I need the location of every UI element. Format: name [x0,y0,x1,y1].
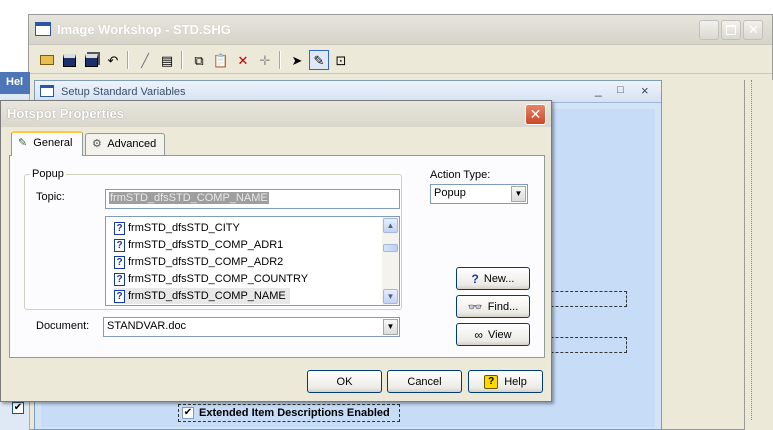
save-all-icon[interactable] [81,50,101,70]
close-button[interactable]: ✕ [743,20,763,40]
new-button-label: New... [483,272,515,285]
help-button[interactable]: ? Help [468,370,543,393]
gear-icon: ⚙ [92,138,102,150]
tab-general[interactable]: ✎ General [11,131,83,156]
scrollbar-thumb[interactable] [383,244,398,252]
list-item[interactable]: ? frmSTD_dfsSTD_COMP_COUNTRY [114,271,308,287]
pointer-icon[interactable]: ➤ [287,50,307,70]
ok-button-label: OK [336,375,353,388]
action-type-value: Popup [434,187,466,199]
form-icon [40,85,54,97]
minimize-button[interactable] [699,20,719,40]
new-button[interactable]: ? New... [456,267,530,290]
cancel-button[interactable]: Cancel [387,370,462,393]
left-checkbox[interactable]: ✔ [12,402,24,414]
new-topic-icon: ? [471,271,479,286]
maximize-icon [726,25,736,35]
topic-input[interactable]: frmSTD_dfsSTD_COMP_NAME [105,189,400,209]
list-item-label: frmSTD_dfsSTD_COMP_COUNTRY [128,273,309,285]
dialog-close-button[interactable]: ✕ [525,104,546,125]
find-button[interactable]: 👓 Find... [456,295,530,318]
list-item[interactable]: ? frmSTD_dfsSTD_CITY [114,220,240,236]
topic-label: Topic: [36,191,65,203]
list-item[interactable]: ? frmSTD_dfsSTD_COMP_ADR1 [114,237,283,253]
document-label: Document: [36,320,90,332]
list-item-label: frmSTD_dfsSTD_COMP_ADR1 [128,239,284,251]
binoculars-icon: 👓 [467,299,483,314]
open-folder-icon[interactable] [37,50,57,70]
general-tab-panel: Popup Topic: frmSTD_dfsSTD_COMP_NAME ? f… [9,155,545,358]
view-button[interactable]: ∞ View [456,323,530,346]
setup-window-title: Setup Standard Variables [61,86,186,98]
help-topic-icon: ? [114,221,125,235]
list-item-label: frmSTD_dfsSTD_CITY [128,222,240,234]
save-icon[interactable] [59,50,79,70]
toolbar-separator [181,51,183,69]
scroll-down-icon[interactable]: ▼ [383,289,398,304]
close-icon: ✕ [748,22,759,37]
dialog-titlebar[interactable]: Hotspot Properties ✕ [1,101,551,127]
view-button-label: View [487,328,512,341]
extended-item-descriptions-checkbox[interactable]: ✔ Extended Item Descriptions Enabled [178,404,400,422]
tab-general-label: General [33,137,73,149]
image-workshop-titlebar[interactable]: Image Workshop - STD.SHG ✕ [29,15,772,45]
image-workshop-title: Image Workshop - STD.SHG [57,22,231,37]
tab-advanced-label: Advanced [107,138,157,150]
hotspot-properties-dialog: Hotspot Properties ✕ ✎ General ⚙ Advance… [0,100,552,402]
help-icon: ? [484,374,499,389]
setup-minimize-button[interactable]: _ [595,83,602,97]
properties-icon[interactable]: ▤ [157,50,177,70]
list-item-selected[interactable]: ? frmSTD_dfsSTD_COMP_NAME [114,288,290,304]
scroll-up-icon[interactable]: ▲ [383,218,398,233]
dotted-guide [751,80,752,420]
find-button-label: Find... [487,300,519,313]
image-workshop-toolbar: ↶ ╱ ▤ ⧉ 📋 ✕ ✛ ➤ ✎ ⊡ [29,46,772,74]
help-button-label: Help [504,375,527,388]
tab-advanced[interactable]: ⚙ Advanced [85,133,165,155]
document-select[interactable]: STANDVAR.doc ▼ [103,317,400,337]
chevron-down-icon[interactable]: ▼ [383,319,398,335]
action-type-label: Action Type: [430,169,491,181]
list-item-label: frmSTD_dfsSTD_COMP_ADR2 [128,256,284,268]
ok-button[interactable]: OK [307,370,382,393]
hotspot-edit-icon[interactable]: ✎ [309,50,329,70]
background-window-fragment [744,80,773,430]
topic-input-value: frmSTD_dfsSTD_COMP_NAME [109,192,269,204]
list-item-label: frmSTD_dfsSTD_COMP_NAME [128,290,286,302]
line-icon[interactable]: ╱ [135,50,155,70]
chevron-down-icon[interactable]: ▼ [511,186,526,202]
help-topic-icon: ? [114,255,125,269]
setup-maximize-button[interactable]: □ [617,84,624,96]
topic-listbox[interactable]: ? frmSTD_dfsSTD_CITY ? frmSTD_dfsSTD_COM… [105,216,400,306]
setup-close-button[interactable]: × [641,83,649,98]
popup-group-label: Popup [30,168,66,180]
topic-list-scrollbar[interactable]: ▲ ▼ [382,217,399,305]
help-topic-icon: ? [114,289,125,303]
list-item[interactable]: ? frmSTD_dfsSTD_COMP_ADR2 [114,254,283,270]
maximize-button[interactable] [721,20,741,40]
left-window-title: Hel [0,72,30,94]
help-topic-icon: ? [114,238,125,252]
move-icon[interactable]: ✛ [255,50,275,70]
paste-icon[interactable]: 📋 [211,50,231,70]
toolbar-separator [127,51,129,69]
dialog-title: Hotspot Properties [7,106,125,121]
help-topic-icon: ? [114,272,125,286]
extended-item-label: Extended Item Descriptions Enabled [199,407,390,419]
close-icon: ✕ [529,106,542,122]
copy-icon[interactable]: ⧉ [189,50,209,70]
app-window-icon [35,22,51,36]
glasses-icon: ∞ [474,327,483,342]
general-tab-icon: ✎ [18,137,28,149]
select-region-icon[interactable]: ⊡ [331,50,351,70]
checkbox-icon[interactable]: ✔ [182,407,194,419]
delete-icon[interactable]: ✕ [233,50,253,70]
toolbar-separator [279,51,281,69]
action-type-select[interactable]: Popup ▼ [430,184,528,204]
cancel-button-label: Cancel [407,375,442,388]
document-select-value: STANDVAR.doc [107,320,187,332]
undo-icon[interactable]: ↶ [103,50,123,70]
